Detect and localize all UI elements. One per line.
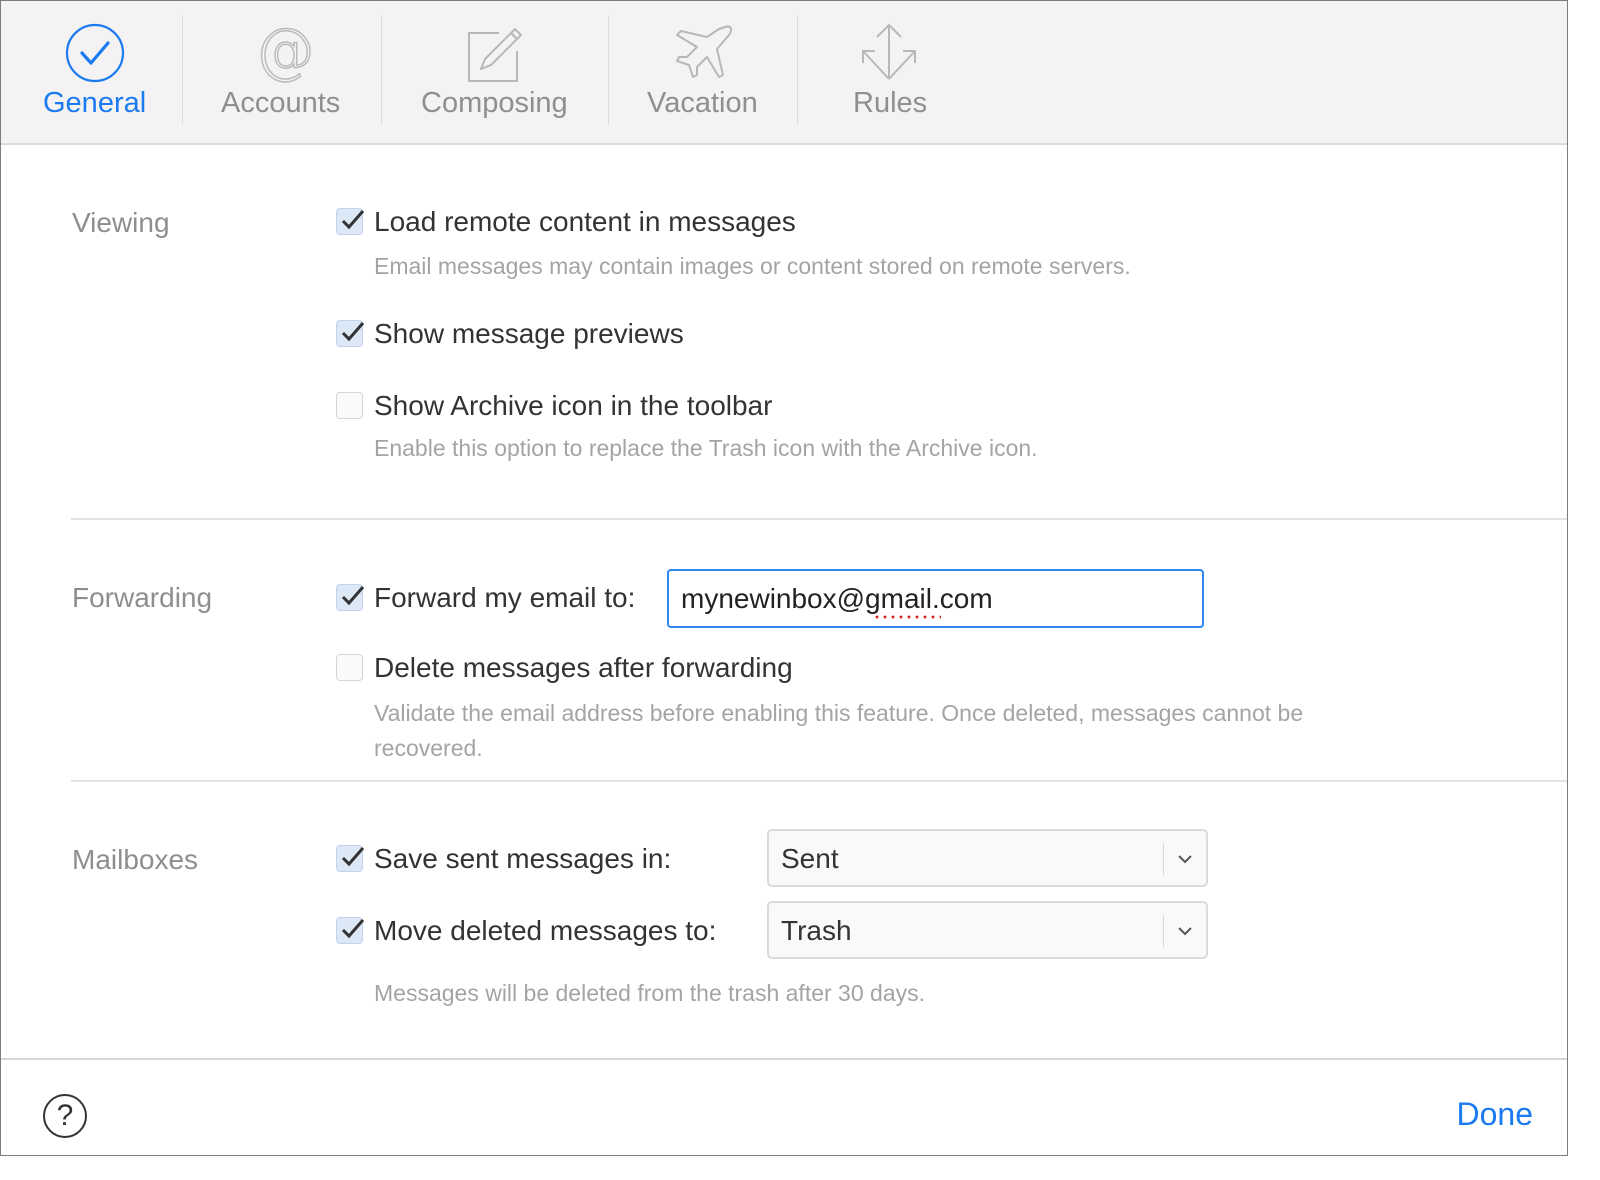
checkmark-icon	[341, 210, 365, 230]
help-button[interactable]: ?	[43, 1094, 87, 1138]
delete-after-forwarding-label: Delete messages after forwarding	[374, 652, 793, 683]
tab-separator	[381, 15, 382, 125]
show-previews-label: Show message previews	[374, 318, 684, 349]
delete-after-forwarding-hint-line1: Validate the email address before enabli…	[374, 700, 1304, 726]
preferences-toolbar: General @ Accounts Composing Vacation Ru…	[1, 1, 1567, 145]
tab-separator	[608, 15, 609, 125]
move-deleted-label: Move deleted messages to:	[374, 915, 717, 946]
show-archive-icon-checkbox[interactable]	[336, 392, 363, 419]
compose-pencil-icon	[468, 28, 522, 82]
tab-composing[interactable]: Composing	[411, 1, 586, 143]
select-separator	[1163, 843, 1164, 875]
trash-retention-hint: Messages will be deleted from the trash …	[374, 980, 926, 1006]
section-label-viewing: Viewing	[72, 207, 170, 238]
load-remote-content-hint: Email messages may contain images or con…	[374, 253, 1131, 279]
checkmark-icon	[341, 322, 365, 342]
move-deleted-mailbox-value: Trash	[781, 915, 852, 946]
tab-composing-label: Composing	[421, 87, 568, 119]
tab-vacation[interactable]: Vacation	[637, 1, 777, 143]
airplane-icon	[676, 25, 733, 78]
spellcheck-underline	[873, 615, 941, 619]
section-label-mailboxes: Mailboxes	[72, 844, 199, 875]
tab-general[interactable]: General	[35, 1, 155, 143]
chevron-down-icon	[1178, 927, 1192, 936]
tab-vacation-label: Vacation	[647, 87, 758, 119]
question-mark-icon: ?	[56, 1099, 74, 1132]
delete-after-forwarding-checkbox[interactable]	[336, 654, 363, 681]
load-remote-content-checkbox[interactable]	[336, 208, 365, 235]
checkmark-icon	[341, 919, 365, 939]
preferences-dialog: General @ Accounts Composing Vacation Ru…	[0, 0, 1568, 1156]
tab-accounts-label: Accounts	[221, 87, 341, 119]
show-archive-icon-label: Show Archive icon in the toolbar	[374, 390, 773, 421]
save-sent-checkbox[interactable]	[336, 845, 365, 872]
footer-divider	[1, 1058, 1567, 1060]
forward-email-checkbox[interactable]	[336, 584, 365, 611]
save-sent-mailbox-select[interactable]: Sent	[767, 829, 1208, 887]
load-remote-content-label: Load remote content in messages	[374, 206, 796, 237]
move-deleted-checkbox[interactable]	[336, 917, 365, 944]
save-sent-label: Save sent messages in:	[374, 843, 672, 874]
tab-general-label: General	[43, 87, 147, 119]
move-deleted-mailbox-select[interactable]: Trash	[767, 901, 1208, 959]
tab-accounts[interactable]: @ Accounts	[211, 1, 361, 143]
chevron-down-icon	[1178, 855, 1192, 864]
tab-rules[interactable]: Rules	[843, 1, 938, 143]
section-divider	[71, 518, 1567, 520]
tab-rules-label: Rules	[853, 87, 928, 119]
delete-after-forwarding-hint-line2: recovered.	[374, 735, 483, 761]
svg-text:@: @	[255, 21, 315, 85]
select-separator	[1163, 915, 1164, 947]
forward-email-label: Forward my email to:	[374, 582, 636, 613]
show-archive-icon-hint: Enable this option to replace the Trash …	[374, 435, 1038, 461]
checkmark-circle-icon	[65, 23, 125, 83]
section-label-forwarding: Forwarding	[72, 582, 213, 613]
checkmark-icon	[341, 847, 365, 867]
forward-email-input[interactable]	[667, 569, 1204, 628]
show-previews-checkbox[interactable]	[336, 320, 365, 347]
at-sign-icon: @	[254, 21, 315, 85]
save-sent-mailbox-value: Sent	[781, 843, 839, 874]
rules-arrows-icon	[862, 23, 916, 80]
section-divider	[71, 780, 1567, 782]
done-button[interactable]: Done	[1457, 1096, 1534, 1133]
tab-separator	[797, 15, 798, 125]
tab-separator	[182, 15, 183, 125]
checkmark-icon	[341, 586, 365, 606]
